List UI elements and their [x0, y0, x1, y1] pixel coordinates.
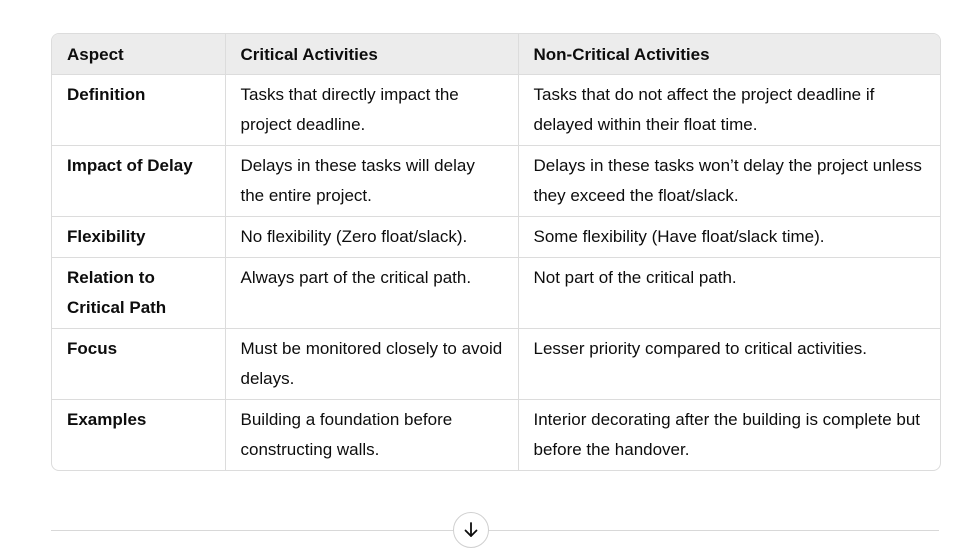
- table-row: Examples Building a foundation before co…: [52, 399, 940, 470]
- row-aspect-cell: Definition: [52, 74, 226, 146]
- row-aspect-cell: Relation to Critical Path: [52, 257, 226, 329]
- table-row: Impact of Delay Delays in these tasks wi…: [52, 145, 940, 217]
- row-critical-cell: Always part of the critical path.: [225, 257, 519, 329]
- divider: [51, 530, 939, 531]
- row-aspect-cell: Flexibility: [52, 216, 226, 258]
- row-critical-cell: Building a foundation before constructin…: [225, 399, 519, 470]
- row-noncritical-cell: Not part of the critical path.: [518, 257, 940, 329]
- table: Aspect Critical Activities Non-Critical …: [52, 34, 940, 470]
- row-critical-cell: Tasks that directly impact the project d…: [225, 74, 519, 146]
- row-noncritical-cell: Interior decorating after the building i…: [533, 410, 921, 459]
- row-critical-cell: No flexibility (Zero float/slack).: [225, 216, 519, 258]
- row-aspect-cell: Impact of Delay: [52, 145, 226, 217]
- header-critical-activities: Critical Activities: [225, 34, 519, 75]
- table-row: Definition Tasks that directly impact th…: [52, 74, 940, 146]
- table-row: Flexibility No flexibility (Zero float/s…: [52, 216, 940, 258]
- header-aspect: Aspect: [52, 34, 226, 75]
- row-aspect-cell: Focus: [52, 328, 226, 400]
- arrow-down-icon: [464, 522, 478, 537]
- row-noncritical-cell: Delays in these tasks won’t delay the pr…: [518, 145, 940, 217]
- row-critical-cell: Delays in these tasks will delay the ent…: [225, 145, 519, 217]
- header-non-critical-activities: Non-Critical Activities: [518, 34, 940, 75]
- row-noncritical-cell: Some flexibility (Have float/slack time)…: [518, 216, 940, 258]
- comparison-table: Aspect Critical Activities Non-Critical …: [51, 33, 941, 471]
- table-row: Relation to Critical Path Always part of…: [52, 257, 940, 329]
- row-aspect-cell: Examples: [52, 399, 226, 470]
- row-critical-cell: Must be monitored closely to avoid delay…: [225, 328, 519, 400]
- table-row: Focus Must be monitored closely to avoid…: [52, 328, 940, 400]
- row-noncritical-cell: Tasks that do not affect the project dea…: [518, 74, 940, 146]
- table-header-row: Aspect Critical Activities Non-Critical …: [52, 34, 940, 75]
- scroll-down-button[interactable]: [453, 512, 489, 548]
- row-noncritical-cell: Lesser priority compared to critical act…: [518, 328, 940, 400]
